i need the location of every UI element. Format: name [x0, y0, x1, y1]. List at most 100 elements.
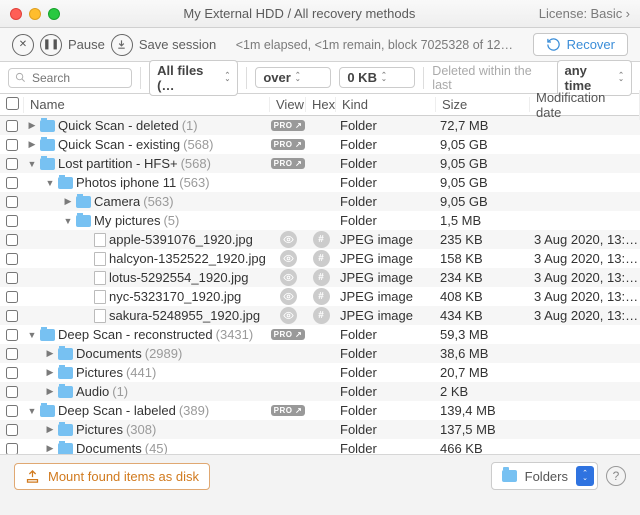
close-window-button[interactable]: [10, 8, 22, 20]
preview-button[interactable]: [280, 231, 297, 248]
row-checkbox[interactable]: [0, 139, 24, 151]
row-kind: Folder: [336, 137, 436, 152]
row-checkbox[interactable]: [0, 215, 24, 227]
row-checkbox[interactable]: [0, 253, 24, 265]
disclosure-closed-icon[interactable]: ▶: [45, 386, 55, 397]
row-checkbox[interactable]: [0, 348, 24, 360]
row-checkbox[interactable]: [0, 234, 24, 246]
row-checkbox[interactable]: [0, 120, 24, 132]
table-row[interactable]: ▼Deep Scan - labeled (389)PRO ↗Folder139…: [0, 401, 640, 420]
row-checkbox[interactable]: [0, 367, 24, 379]
size-value-filter[interactable]: 0 KB: [339, 67, 415, 88]
license-info[interactable]: License: Basic ›: [539, 6, 630, 21]
header-mdate[interactable]: Modification date: [530, 90, 640, 120]
row-checkbox[interactable]: [0, 291, 24, 303]
folder-icon: [76, 196, 91, 208]
row-size: 59,3 MB: [436, 327, 530, 342]
minimize-window-button[interactable]: [29, 8, 41, 20]
size-comparison-filter[interactable]: over: [255, 67, 331, 88]
save-session-button[interactable]: [111, 34, 133, 56]
header-view[interactable]: View: [270, 97, 306, 112]
table-row[interactable]: apple-5391076_1920.jpg#JPEG image235 KB3…: [0, 230, 640, 249]
stop-button[interactable]: ✕: [12, 34, 34, 56]
table-row[interactable]: lotus-5292554_1920.jpg#JPEG image234 KB3…: [0, 268, 640, 287]
hex-button[interactable]: #: [313, 231, 330, 248]
table-row[interactable]: ▶Documents (2989)Folder38,6 MB: [0, 344, 640, 363]
preview-button[interactable]: [280, 307, 297, 324]
zoom-window-button[interactable]: [48, 8, 60, 20]
table-row[interactable]: nyc-5323170_1920.jpg#JPEG image408 KB3 A…: [0, 287, 640, 306]
row-checkbox[interactable]: [0, 329, 24, 341]
row-checkbox[interactable]: [0, 158, 24, 170]
row-kind: JPEG image: [336, 270, 436, 285]
table-row[interactable]: ▶Camera (563)Folder9,05 GB: [0, 192, 640, 211]
table-row[interactable]: ▼Photos iphone 11 (563)Folder9,05 GB: [0, 173, 640, 192]
row-size: 408 KB: [436, 289, 530, 304]
header-checkbox[interactable]: [0, 97, 24, 113]
table-row[interactable]: ▼My pictures (5)Folder1,5 MB: [0, 211, 640, 230]
disclosure-closed-icon[interactable]: ▶: [63, 196, 73, 207]
row-kind: Folder: [336, 365, 436, 380]
row-name-cell: ▶Quick Scan - deleted (1): [24, 118, 270, 133]
folders-selector[interactable]: Folders: [491, 462, 598, 490]
table-row[interactable]: ▶Documents (45)Folder466 KB: [0, 439, 640, 454]
disclosure-open-icon[interactable]: ▼: [27, 330, 37, 340]
mount-button[interactable]: Mount found items as disk: [14, 463, 210, 490]
disclosure-closed-icon[interactable]: ▶: [45, 367, 55, 378]
disclosure-open-icon[interactable]: ▼: [27, 159, 37, 169]
preview-button[interactable]: [280, 269, 297, 286]
row-name: Quick Scan - existing: [58, 137, 180, 152]
disclosure-closed-icon[interactable]: ▶: [27, 139, 37, 150]
disclosure-closed-icon[interactable]: ▶: [27, 120, 37, 131]
table-row[interactable]: ▶Pictures (441)Folder20,7 MB: [0, 363, 640, 382]
table-row[interactable]: ▼Deep Scan - reconstructed (3431)PRO ↗Fo…: [0, 325, 640, 344]
row-checkbox[interactable]: [0, 177, 24, 189]
disclosure-closed-icon[interactable]: ▶: [45, 348, 55, 359]
row-checkbox[interactable]: [0, 443, 24, 455]
row-checkbox[interactable]: [0, 272, 24, 284]
row-name-cell: ▶Documents (2989): [24, 346, 270, 361]
preview-button[interactable]: [280, 250, 297, 267]
preview-button[interactable]: [280, 288, 297, 305]
disclosure-closed-icon[interactable]: ▶: [45, 443, 55, 454]
row-name-cell: lotus-5292554_1920.jpg: [24, 270, 270, 285]
row-name: apple-5391076_1920.jpg: [109, 232, 253, 247]
disclosure-open-icon[interactable]: ▼: [27, 406, 37, 416]
titlebar: My External HDD / All recovery methods L…: [0, 0, 640, 28]
row-name: Quick Scan - deleted: [58, 118, 179, 133]
pro-badge: PRO ↗: [271, 120, 306, 131]
disclosure-open-icon[interactable]: ▼: [45, 178, 55, 188]
help-button[interactable]: ?: [606, 466, 626, 486]
search-input[interactable]: [32, 71, 125, 85]
save-session-label: Save session: [139, 37, 216, 52]
hex-button[interactable]: #: [313, 250, 330, 267]
row-checkbox[interactable]: [0, 405, 24, 417]
header-name[interactable]: Name: [24, 97, 270, 112]
row-checkbox[interactable]: [0, 386, 24, 398]
hex-button[interactable]: #: [313, 269, 330, 286]
table-row[interactable]: halcyon-1352522_1920.jpg#JPEG image158 K…: [0, 249, 640, 268]
hex-button[interactable]: #: [313, 288, 330, 305]
row-name: sakura-5248955_1920.jpg: [109, 308, 260, 323]
file-type-filter[interactable]: All files (…: [149, 60, 238, 96]
disclosure-closed-icon[interactable]: ▶: [45, 424, 55, 435]
header-size[interactable]: Size: [436, 97, 530, 112]
table-row[interactable]: ▶Audio (1)Folder2 KB: [0, 382, 640, 401]
disclosure-open-icon[interactable]: ▼: [63, 216, 73, 226]
row-checkbox[interactable]: [0, 424, 24, 436]
row-checkbox[interactable]: [0, 310, 24, 322]
row-size: 1,5 MB: [436, 213, 530, 228]
table-row[interactable]: sakura-5248955_1920.jpg#JPEG image434 KB…: [0, 306, 640, 325]
row-checkbox[interactable]: [0, 196, 24, 208]
table-row[interactable]: ▶Pictures (308)Folder137,5 MB: [0, 420, 640, 439]
chevron-updown-icon: [225, 74, 231, 82]
hex-button[interactable]: #: [313, 307, 330, 324]
header-hex[interactable]: Hex: [306, 97, 336, 112]
header-kind[interactable]: Kind: [336, 97, 436, 112]
row-name: Audio: [76, 384, 109, 399]
pause-button[interactable]: ❚❚: [40, 34, 62, 56]
table-row[interactable]: ▶Quick Scan - existing (568)PRO ↗Folder9…: [0, 135, 640, 154]
recover-button[interactable]: Recover: [533, 33, 628, 56]
table-row[interactable]: ▼Lost partition - HFS+ (568)PRO ↗Folder9…: [0, 154, 640, 173]
search-field[interactable]: [8, 68, 132, 88]
